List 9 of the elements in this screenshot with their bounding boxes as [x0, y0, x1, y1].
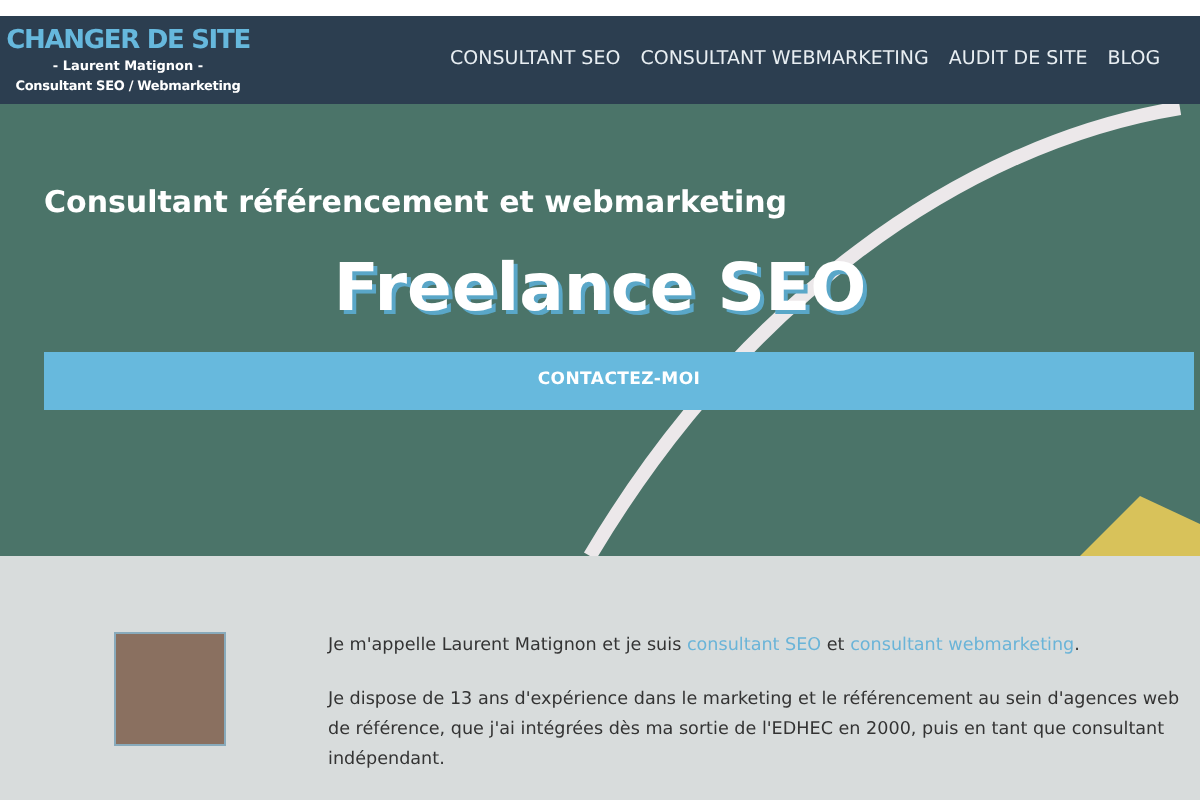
about-paragraph: Je m'appelle Laurent Matignon et je suis consultant SEO et consultant webmarketing. — [328, 634, 1082, 660]
hero-subtitle: Consultant référencement et webmarketing — [44, 182, 790, 224]
nav-link[interactable]: AUDIT DE SITE — [948, 45, 1088, 75]
logo-title: CHANGER DE SITE — [6, 27, 250, 53]
nav-link[interactable]: CONSULTANT SEO — [450, 45, 621, 75]
nav-link[interactable]: BLOG — [1107, 45, 1161, 75]
photo-placeholder — [114, 632, 226, 746]
nav-link[interactable]: CONSULTANT WEBMARKETING — [640, 45, 929, 75]
about-paragraph: Je dispose de 13 ans d'expérience dans le marketing et le référencement au sein d'agences web de référence, que j'ai intégrées dès ma sortie de l'EDHEC en 2000, puis en tant que consultant indépendant. — [328, 688, 1182, 774]
